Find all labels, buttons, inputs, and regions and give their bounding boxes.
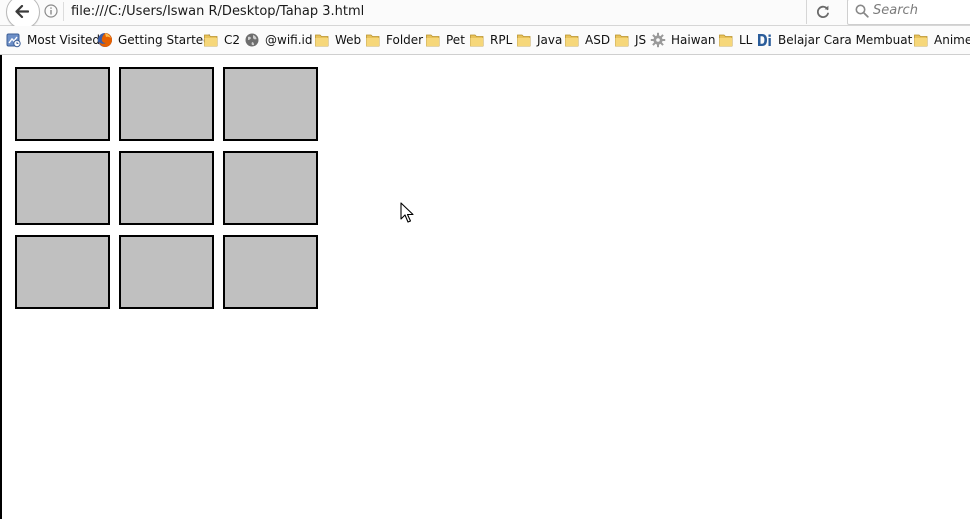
url-field[interactable]: file:///C:/Users/Iswan R/Desktop/Tahap 3…: [71, 4, 364, 19]
grid-tile[interactable]: [223, 67, 318, 141]
bookmark-label: JS: [635, 33, 647, 47]
grid-tile[interactable]: [223, 235, 318, 309]
bookmark-rpl[interactable]: RPL: [469, 32, 512, 48]
bookmark-label: Anime: [934, 33, 970, 47]
bookmarks-toolbar: Most Visited Getting Started C2 @wifi.id…: [0, 26, 970, 55]
bookmark-label: ASD: [585, 33, 611, 47]
bookmark-label: Belajar Cara Membuat ...: [778, 33, 928, 47]
bookmark-web[interactable]: Web: [314, 32, 361, 48]
reload-icon[interactable]: [815, 4, 831, 20]
bookmark-label: @wifi.id: [265, 33, 313, 47]
bookmark-asd[interactable]: ASD: [564, 32, 610, 48]
globe-icon: [245, 33, 259, 47]
bookmark-java[interactable]: Java: [516, 32, 562, 48]
search-input[interactable]: [873, 3, 970, 18]
bookmark-label: Java: [537, 33, 563, 47]
bookmark-label: Getting Started: [118, 33, 211, 47]
grid-tile[interactable]: [119, 235, 214, 309]
bookmark-label: Folder: [386, 33, 424, 47]
mouse-cursor-icon: [400, 202, 414, 223]
site-di-icon: [758, 34, 771, 46]
back-button[interactable]: [6, 0, 40, 29]
folder-icon: [615, 34, 629, 47]
grid-tile[interactable]: [15, 67, 110, 141]
most-visited-icon: [6, 33, 21, 48]
grid-tile[interactable]: [15, 235, 110, 309]
bookmark-label: LL: [739, 33, 753, 47]
grid-tile[interactable]: [15, 151, 110, 225]
bookmark-belajar[interactable]: Belajar Cara Membuat ...: [757, 32, 928, 48]
bookmark-label: Most Visited: [27, 33, 101, 47]
navigation-bar: file:///C:/Users/Iswan R/Desktop/Tahap 3…: [0, 0, 970, 29]
bookmark-pet[interactable]: Pet: [425, 32, 465, 48]
search-box[interactable]: [847, 0, 970, 25]
info-icon[interactable]: [44, 4, 58, 18]
firefox-icon: [98, 33, 112, 47]
bookmark-c2[interactable]: C2: [203, 32, 240, 48]
back-arrow-icon: [15, 5, 29, 18]
grid-tile[interactable]: [223, 151, 318, 225]
bookmark-anime[interactable]: Anime: [913, 32, 970, 48]
folder-icon: [719, 34, 733, 47]
url-separator: [63, 2, 64, 21]
folder-icon: [315, 34, 329, 47]
gear-icon: [650, 32, 666, 48]
bookmark-js[interactable]: JS: [614, 32, 646, 48]
folder-icon: [470, 34, 484, 47]
grid-tile[interactable]: [119, 151, 214, 225]
folder-icon: [426, 34, 440, 47]
bookmark-wifi-id[interactable]: @wifi.id: [244, 32, 312, 48]
window-left-border: [0, 0, 2, 519]
folder-icon: [517, 34, 531, 47]
bookmark-ll[interactable]: LL: [718, 32, 752, 48]
folder-icon: [565, 34, 579, 47]
bookmark-label: Haiwan: [671, 33, 716, 47]
bookmark-getting-started[interactable]: Getting Started: [97, 32, 211, 48]
bookmark-label: RPL: [490, 33, 513, 47]
bookmark-label: Web: [335, 33, 362, 47]
folder-icon: [204, 34, 218, 47]
search-icon: [855, 4, 869, 18]
grid-tile[interactable]: [119, 67, 214, 141]
folder-icon: [914, 34, 928, 47]
bookmark-folder[interactable]: Folder: [365, 32, 423, 48]
reload-separator: [806, 0, 807, 24]
folder-icon: [366, 34, 380, 47]
bookmark-haiwan[interactable]: Haiwan: [650, 32, 715, 48]
bookmark-most-visited[interactable]: Most Visited: [6, 32, 100, 48]
bookmark-label: Pet: [446, 33, 465, 47]
bookmark-label: C2: [224, 33, 241, 47]
